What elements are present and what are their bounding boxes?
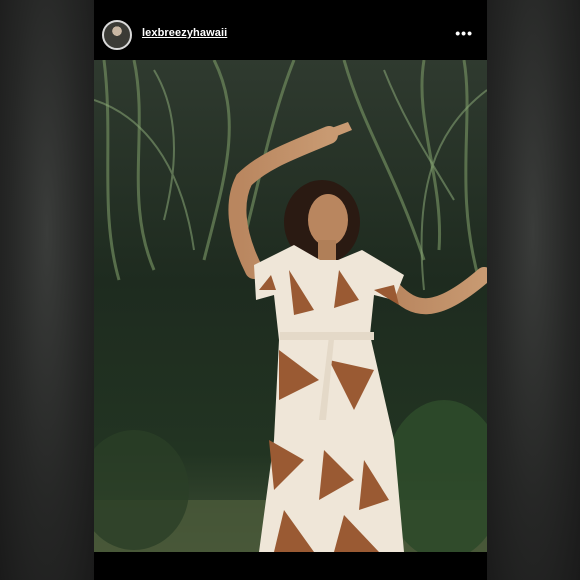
- left-blurred-margin: [0, 0, 94, 580]
- post-card: lexbreezyhawaii •••: [94, 0, 487, 580]
- right-blurred-margin: [486, 0, 580, 580]
- profile-avatar[interactable]: [102, 20, 132, 50]
- username-link[interactable]: lexbreezyhawaii: [142, 27, 227, 39]
- post-header: lexbreezyhawaii •••: [94, 16, 487, 54]
- more-options-icon[interactable]: •••: [455, 26, 473, 40]
- post-photo[interactable]: [94, 60, 487, 552]
- instagram-post-screen: lexbreezyhawaii •••: [0, 0, 580, 580]
- photo-illustration: [94, 60, 487, 552]
